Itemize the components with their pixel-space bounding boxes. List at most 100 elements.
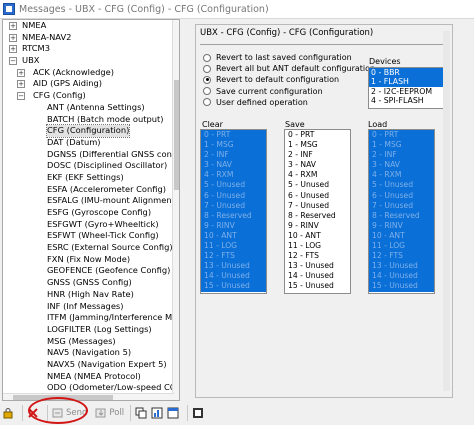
radio-option[interactable]: User defined operation xyxy=(203,97,375,108)
section-item[interactable]: 13 - Unused xyxy=(201,261,266,272)
section-item[interactable]: 1 - MSG xyxy=(201,140,266,151)
section-item[interactable]: 6 - Unused xyxy=(369,190,434,201)
tree-item[interactable]: NAVX5 (Navigation Expert 5) xyxy=(3,359,174,371)
radio-option[interactable]: Revert all but ANT default configuration xyxy=(203,63,375,74)
section-item[interactable]: 3 - NAV xyxy=(369,160,434,171)
section-item[interactable]: 3 - NAV xyxy=(285,160,350,170)
tree-item[interactable]: + RTCM3 xyxy=(3,43,174,55)
tree-item[interactable]: ANT (Antenna Settings) xyxy=(3,102,174,114)
section-item[interactable]: 15 - Unused xyxy=(369,281,434,292)
tree-item[interactable]: ESRC (External Source Config) xyxy=(3,242,174,254)
tree-item[interactable]: ESFGWT (Gyro+Wheeltick) xyxy=(3,219,174,231)
tree-item[interactable]: − CFG (Config) xyxy=(3,90,174,102)
section-item[interactable]: 1 - MSG xyxy=(369,140,434,151)
section-item[interactable]: 14 - Unused xyxy=(285,271,350,281)
device-item[interactable]: 2 - I2C-EEPROM xyxy=(369,87,444,96)
record-button[interactable] xyxy=(192,404,206,422)
section-item[interactable]: 9 - RINV xyxy=(201,220,266,231)
collapse-icon[interactable]: − xyxy=(17,92,25,101)
section-item[interactable]: 4 - RXM xyxy=(369,170,434,181)
tree-item[interactable]: INF (Inf Messages) xyxy=(3,301,174,313)
clear-listbox[interactable]: 0 - PRT 1 - MSG 2 - INF 3 - NAV 4 - RXM 5 - U… xyxy=(200,129,267,294)
section-item[interactable]: 1 - MSG xyxy=(285,140,350,150)
expand-icon[interactable]: + xyxy=(9,45,17,54)
section-item[interactable]: 0 - PRT xyxy=(285,130,350,140)
tree-item[interactable]: GEOFENCE (Geofence Config) xyxy=(3,265,174,277)
tree-item[interactable]: − UBX xyxy=(3,55,174,67)
tree-horizontal-scrollbar[interactable] xyxy=(3,393,174,400)
section-item[interactable]: 7 - Unused xyxy=(285,201,350,211)
section-item[interactable]: 5 - Unused xyxy=(369,180,434,191)
tree-item[interactable]: DGNSS (Differential GNSS configuratio xyxy=(3,149,179,161)
tree-item[interactable]: FXN (Fix Now Mode) xyxy=(3,254,174,266)
device-item[interactable]: 4 - SPI-FLASH xyxy=(369,96,444,105)
tree-item[interactable]: DAT (Datum) xyxy=(3,137,174,149)
devices-listbox[interactable]: 0 - BBR 1 - FLASH 2 - I2C-EEPROM 4 - SPI-FL… xyxy=(368,67,445,109)
tree-item[interactable]: NMEA (NMEA Protocol) xyxy=(3,371,174,383)
section-item[interactable]: 15 - Unused xyxy=(285,281,350,291)
expand-icon[interactable]: + xyxy=(17,68,25,77)
section-item[interactable]: 8 - Reserved xyxy=(285,211,350,221)
section-item[interactable]: 13 - Unused xyxy=(285,261,350,271)
section-item[interactable]: 3 - NAV xyxy=(201,160,266,171)
copy-button[interactable] xyxy=(135,404,149,422)
section-item[interactable]: 10 - ANT xyxy=(285,231,350,241)
tree-item[interactable]: ESFA (Accelerometer Config) xyxy=(3,184,174,196)
section-item[interactable]: 10 - ANT xyxy=(201,230,266,242)
tree-item[interactable]: MSG (Messages) xyxy=(3,336,174,348)
section-item[interactable]: 13 - Unused xyxy=(369,261,434,272)
section-item[interactable]: 4 - RXM xyxy=(285,170,350,180)
device-item[interactable]: 1 - FLASH xyxy=(369,77,444,87)
section-item[interactable]: 5 - Unused xyxy=(201,180,266,191)
panel-scrollbar[interactable] xyxy=(443,31,450,391)
section-item[interactable]: 11 - LOG xyxy=(285,241,350,251)
section-item[interactable]: 0 - PRT xyxy=(369,130,434,141)
tree-vertical-scrollbar[interactable] xyxy=(172,20,179,400)
section-item[interactable]: 0 - PRT xyxy=(201,130,266,141)
section-item[interactable]: 12 - FTS xyxy=(369,251,434,262)
tree-item[interactable]: EKF (EKF Settings) xyxy=(3,172,174,184)
view-button[interactable] xyxy=(167,404,181,422)
section-item[interactable]: 11 - LOG xyxy=(201,241,266,252)
radio-option[interactable]: Revert to default configuration xyxy=(203,74,375,85)
tree-item[interactable]: GNSS (GNSS Config) xyxy=(3,277,174,289)
radio-button[interactable] xyxy=(203,98,211,107)
section-item[interactable]: 12 - FTS xyxy=(201,251,266,262)
scrollbar-thumb[interactable] xyxy=(13,395,113,400)
section-item[interactable]: 12 - FTS xyxy=(285,251,350,261)
radio-option[interactable]: Save current configuration xyxy=(203,86,375,97)
tree-item[interactable]: + AID (GPS Aiding) xyxy=(3,78,174,90)
section-item[interactable]: 15 - Unused xyxy=(201,281,266,292)
tree-item[interactable]: NAV5 (Navigation 5) xyxy=(3,347,174,359)
radio-button[interactable] xyxy=(203,64,211,73)
tree-item[interactable]: ESFG (Gyroscope Config) xyxy=(3,207,174,219)
save-listbox[interactable]: 0 - PRT 1 - MSG 2 - INF 3 - NAV 4 - RXM 5 - U… xyxy=(284,129,351,294)
section-item[interactable]: 10 - ANT xyxy=(369,230,434,242)
tree-item[interactable]: CFG (Configuration) xyxy=(3,124,174,138)
radio-button[interactable] xyxy=(203,53,211,62)
section-item[interactable]: 6 - Unused xyxy=(285,191,350,201)
section-item[interactable]: 14 - Unused xyxy=(369,271,434,282)
poll-button[interactable]: Poll xyxy=(95,404,124,422)
expand-icon[interactable]: + xyxy=(9,33,17,42)
lock-button[interactable] xyxy=(2,404,16,422)
send-button[interactable]: Send xyxy=(52,404,87,422)
tree-item[interactable]: ESFWT (Wheel-Tick Config) xyxy=(3,230,174,242)
tree-item[interactable]: HNR (High Nav Rate) xyxy=(3,289,174,301)
section-item[interactable]: 11 - LOG xyxy=(369,241,434,252)
tree-item[interactable]: ITFM (Jamming/Interference Monitor) xyxy=(3,312,179,324)
section-item[interactable]: 4 - RXM xyxy=(201,170,266,181)
tree-item[interactable]: ESFALG (IMU-mount Alignment) xyxy=(3,195,178,207)
tree-item[interactable]: DOSC (Disciplined Oscillator) xyxy=(3,160,174,172)
section-item[interactable]: 6 - Unused xyxy=(201,190,266,201)
section-item[interactable]: 7 - Unused xyxy=(201,200,266,211)
message-tree[interactable]: + NMEA + NMEA-NAV2 + RTCM3− UBX + ACK (Acknowled… xyxy=(2,19,180,401)
section-item[interactable]: 14 - Unused xyxy=(201,271,266,282)
device-item[interactable]: 0 - BBR xyxy=(369,68,444,78)
section-item[interactable]: 9 - RINV xyxy=(285,221,350,231)
section-item[interactable]: 5 - Unused xyxy=(285,180,350,190)
expand-icon[interactable]: + xyxy=(17,80,25,89)
radio-option[interactable]: Revert to last saved configuration xyxy=(203,52,375,63)
tree-item[interactable]: LOGFILTER (Log Settings) xyxy=(3,324,174,336)
scrollbar-thumb[interactable] xyxy=(174,80,179,190)
